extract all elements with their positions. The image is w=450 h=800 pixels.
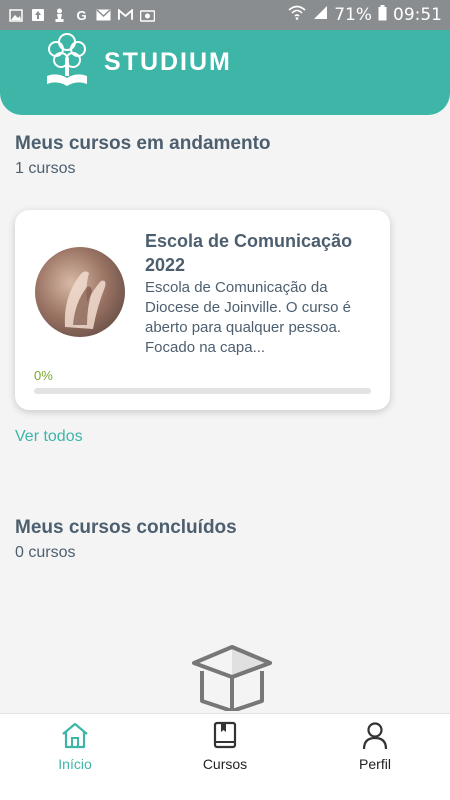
see-all-link[interactable]: Ver todos bbox=[15, 428, 83, 446]
completed-title: Meus cursos concluídos bbox=[15, 517, 237, 538]
image-icon bbox=[8, 8, 23, 23]
app-header: STUDIUM bbox=[0, 30, 450, 115]
nav-label-cursos: Cursos bbox=[202, 756, 248, 772]
course-description: Escola de Comunicação da Diocese de Join… bbox=[145, 279, 351, 356]
completed-count: 0 cursos bbox=[15, 544, 76, 561]
signal-icon bbox=[312, 5, 328, 25]
course-progress-label: 0% bbox=[34, 368, 53, 383]
system-status: 71% 09:51 bbox=[288, 4, 442, 26]
google-icon: G bbox=[76, 7, 87, 23]
photo-icon bbox=[140, 8, 155, 23]
tree-book-logo-icon bbox=[47, 33, 87, 86]
user-icon bbox=[362, 722, 388, 750]
notification-icons: G bbox=[8, 8, 155, 23]
bottom-navigation: Início Cursos Perfil bbox=[0, 713, 450, 800]
nav-label-perfil: Perfil bbox=[359, 756, 391, 772]
nav-item-inicio[interactable]: Início bbox=[0, 714, 150, 800]
course-thumbnail bbox=[35, 247, 125, 337]
in-progress-count: 1 cursos bbox=[15, 160, 76, 177]
email-icon bbox=[96, 8, 111, 23]
upload-icon bbox=[30, 8, 45, 23]
battery-percent: 71% bbox=[334, 5, 372, 25]
nav-item-perfil[interactable]: Perfil bbox=[300, 714, 450, 800]
clock: 09:51 bbox=[393, 5, 442, 25]
course-progress-bar bbox=[34, 388, 371, 394]
course-title: Escola de Comunicação 2022 bbox=[145, 231, 353, 275]
nav-item-cursos[interactable]: Cursos bbox=[150, 714, 300, 800]
praying-hands-image bbox=[64, 271, 106, 329]
chess-icon bbox=[52, 8, 67, 23]
in-progress-title: Meus cursos em andamento bbox=[15, 133, 271, 154]
brand-name: STUDIUM bbox=[104, 48, 232, 76]
home-icon bbox=[62, 722, 88, 749]
wifi-icon bbox=[288, 5, 306, 25]
nav-label-inicio: Início bbox=[58, 756, 92, 772]
empty-box-icon bbox=[192, 645, 272, 711]
course-card[interactable]: Escola de Comunicação 2022 Escola de Com… bbox=[15, 210, 390, 410]
gmail-icon bbox=[118, 8, 133, 23]
battery-icon bbox=[378, 4, 387, 26]
status-bar: G 71% 09:51 bbox=[0, 0, 450, 30]
book-icon bbox=[213, 721, 237, 749]
